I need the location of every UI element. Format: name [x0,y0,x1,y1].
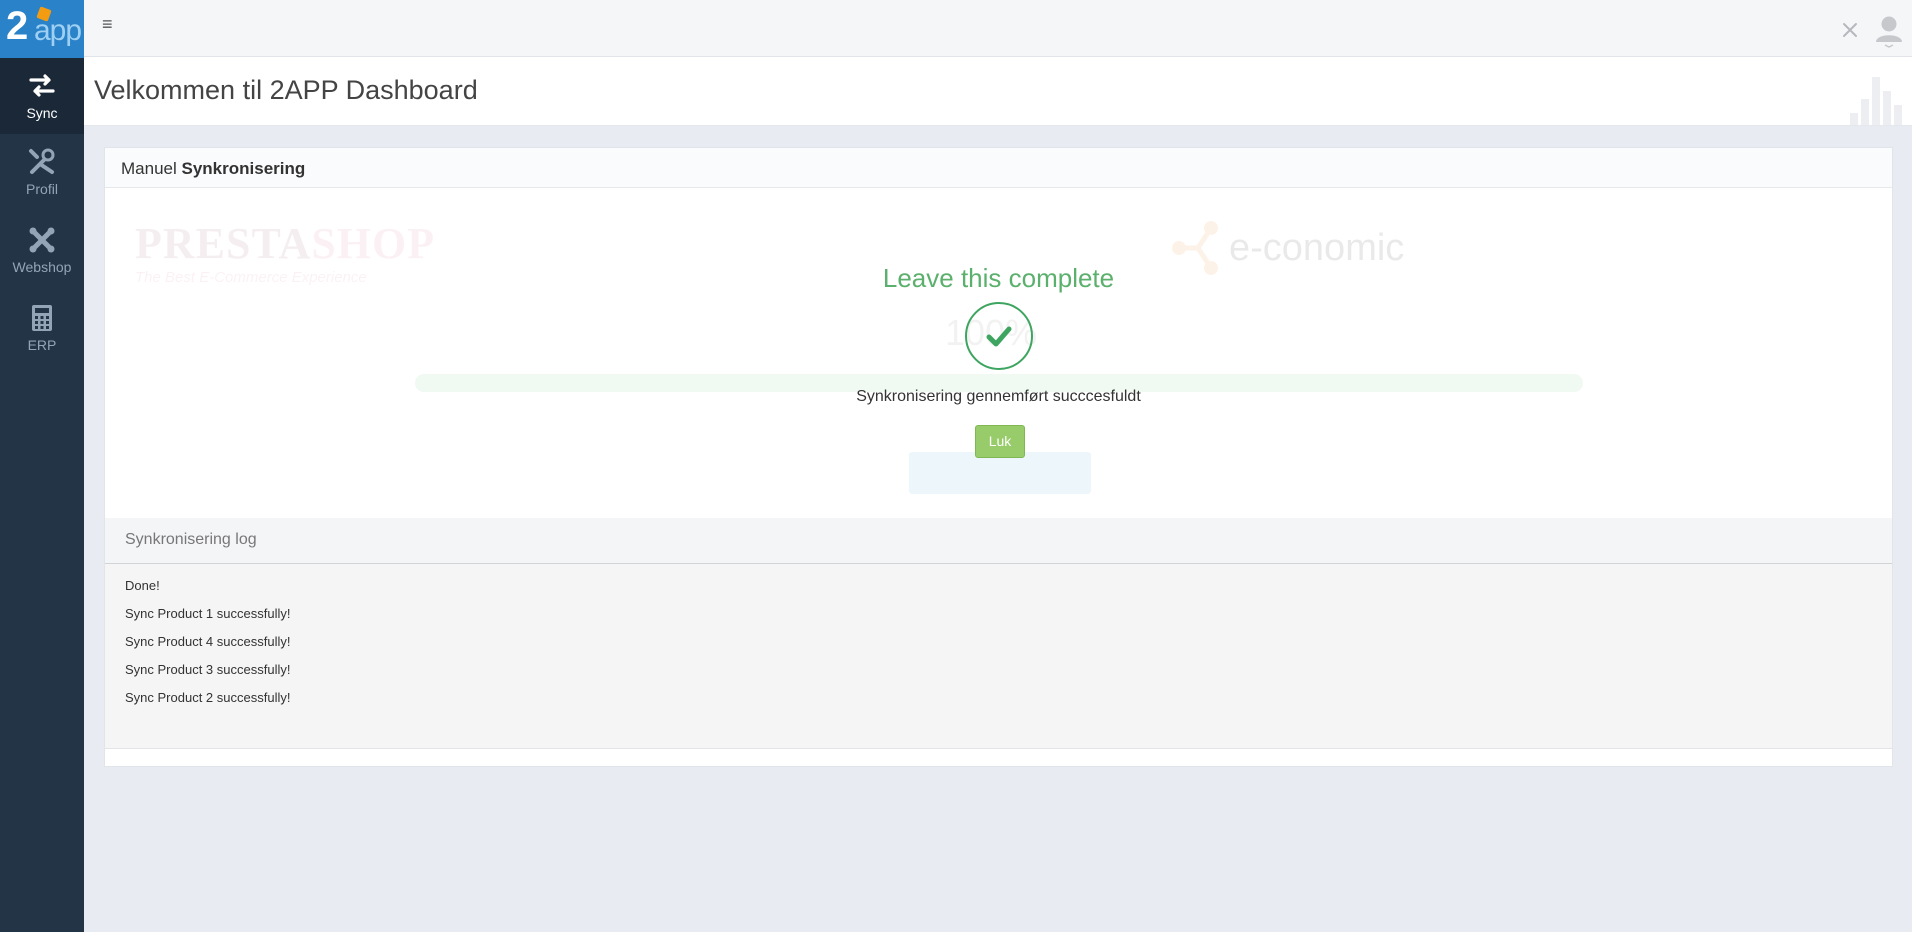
panel-title-light: Manuel [121,159,177,178]
log-title: Synkronisering log [105,518,1892,564]
sidebar-item-erp[interactable]: ERP [0,290,84,366]
sidebar-item-label: ERP [27,337,57,353]
logo-text: app [34,14,82,47]
joomla-icon [29,227,55,253]
sidebar-item-label: Profil [26,181,58,197]
sidebar-item-label: Webshop [12,259,72,275]
sidebar-item-webshop[interactable]: Webshop [0,212,84,288]
logo-number: 2 [6,4,28,48]
sync-area: PRESTASHOP The Best E-Commerce Experienc… [105,188,1892,518]
presta-name-a: PRESTA [135,219,312,268]
log-line: Sync Product 1 successfully! [125,606,291,621]
log-line: Sync Product 2 successfully! [125,690,291,705]
panel-title: Manuel Synkronisering [105,148,1892,188]
page-title: Velkommen til 2APP Dashboard [94,75,478,105]
sidebar-item-sync[interactable]: Sync [0,58,84,134]
log-list: Done! Sync Product 1 successfully! Sync … [105,564,1892,749]
page-header: Velkommen til 2APP Dashboard [84,57,1912,126]
user-avatar-icon[interactable] [1874,14,1904,48]
log-line: Sync Product 3 successfully! [125,662,291,677]
wrench-icon [29,148,55,174]
sync-arrows-icon [29,74,55,97]
start-sync-button [909,452,1091,494]
log-line: Sync Product 4 successfully! [125,634,291,649]
calculator-icon [32,305,52,331]
modal-title: Leave this complete [882,263,1115,293]
sync-panel: Manuel Synkronisering PRESTASHOP The Bes… [104,147,1893,767]
sidebar-item-profil[interactable]: Profil [0,134,84,210]
topbar: ≡ [84,0,1912,57]
bar-chart-icon [1850,77,1902,125]
app-logo[interactable]: 2 app [0,0,84,58]
menu-toggle-icon[interactable]: ≡ [102,14,113,35]
close-icon[interactable] [1842,22,1858,38]
modal-message: Synkronisering gennemført succcesfuldt [856,388,1141,405]
sidebar-item-label: Sync [26,105,58,121]
sidebar: 2 app Sync Profil Webshop ERP [0,0,84,932]
panel-title-bold: Synkronisering [181,159,306,178]
log-line: Done! [125,578,160,593]
presta-name-b: SHOP [311,219,436,268]
close-button[interactable]: Luk [975,425,1025,458]
success-check-icon [965,302,1033,370]
